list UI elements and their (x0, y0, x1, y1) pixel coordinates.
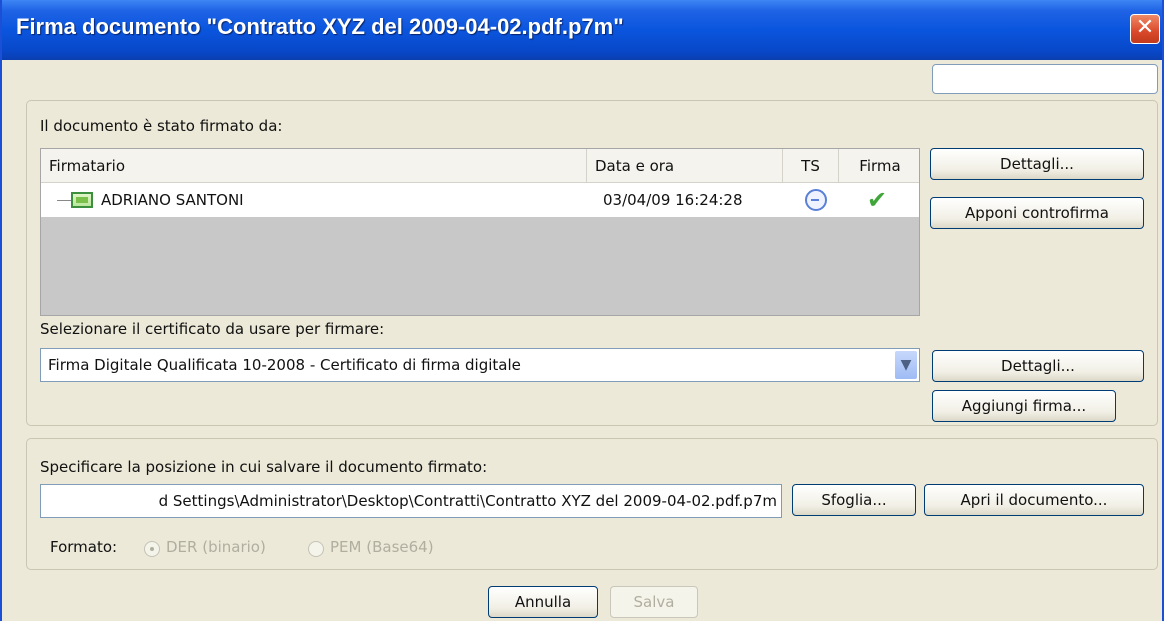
certificate-select[interactable]: Firma Digitale Qualificata 10-2008 - Cer… (40, 348, 920, 382)
certificate-icon (71, 192, 93, 208)
timestamp-icon (805, 189, 827, 211)
save-path-value: d Settings\Administrator\Desktop\Contrat… (158, 492, 777, 510)
signers-list[interactable]: Firmatario Data e ora TS Firma ADRIANO S… (40, 148, 920, 316)
format-pem-label: PEM (Base64) (330, 538, 434, 556)
countersign-button[interactable]: Apponi controfirma (930, 197, 1144, 229)
save-location-label: Specificare la posizione in cui salvare … (40, 458, 488, 476)
save-path-field[interactable]: d Settings\Administrator\Desktop\Contrat… (40, 484, 782, 518)
signers-label: Il documento è stato firmato da: (40, 117, 283, 135)
cancel-button[interactable]: Annulla (488, 586, 598, 618)
signer-name: ADRIANO SANTONI (101, 191, 244, 209)
window-title: Firma documento "Contratto XYZ del 2009-… (16, 14, 624, 39)
table-row[interactable]: ADRIANO SANTONI 03/04/09 16:24:28 ✔ (41, 183, 919, 217)
format-der-radio[interactable] (144, 541, 160, 557)
format-label: Formato: (50, 538, 118, 556)
signers-list-body: ADRIANO SANTONI 03/04/09 16:24:28 ✔ (41, 183, 919, 315)
column-ts[interactable]: TS (783, 149, 839, 183)
signer-details-button[interactable]: Dettagli... (930, 148, 1144, 180)
valid-check-icon: ✔ (867, 186, 888, 214)
column-data-ora[interactable]: Data e ora (587, 149, 783, 183)
column-firma[interactable]: Firma (839, 149, 919, 183)
close-button[interactable]: ✕ (1130, 14, 1160, 44)
format-der-label: DER (binario) (166, 538, 266, 556)
signature-dialog: Firma documento "Contratto XYZ del 2009-… (0, 0, 1164, 621)
title-bar: Firma documento "Contratto XYZ del 2009-… (2, 0, 1162, 60)
signature-datetime: 03/04/09 16:24:28 (603, 191, 743, 209)
chevron-down-icon[interactable]: ▼ (895, 351, 917, 379)
column-firmatario[interactable]: Firmatario (41, 149, 587, 183)
top-search-field[interactable] (932, 64, 1158, 94)
open-document-button[interactable]: Apri il documento... (924, 484, 1144, 516)
certificate-selected-value: Firma Digitale Qualificata 10-2008 - Cer… (48, 356, 521, 374)
add-signature-button[interactable]: Aggiungi firma... (932, 390, 1116, 422)
format-pem-radio[interactable] (308, 541, 324, 557)
tree-connector (57, 200, 71, 201)
browse-button[interactable]: Sfoglia... (792, 484, 916, 516)
certificate-details-button[interactable]: Dettagli... (932, 350, 1144, 382)
certificate-label: Selezionare il certificato da usare per … (40, 320, 385, 338)
signers-list-header: Firmatario Data e ora TS Firma (41, 149, 919, 183)
save-button[interactable]: Salva (610, 586, 698, 618)
